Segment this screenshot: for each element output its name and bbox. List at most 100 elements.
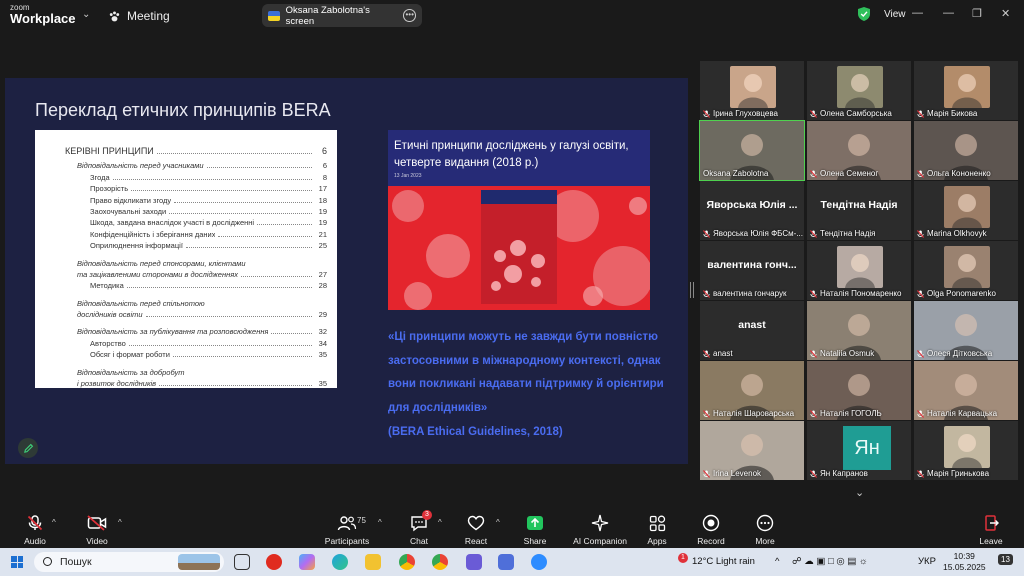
windows-start-icon[interactable]: [11, 556, 23, 568]
language-indicator[interactable]: УКР: [918, 556, 936, 567]
toc-entry-text: Відповідальність перед учасниками: [77, 161, 204, 171]
participant-tile[interactable]: Oksana Zabolotna: [699, 120, 805, 181]
annotate-pencil-icon[interactable]: [18, 438, 38, 458]
react-caret-icon[interactable]: ^: [496, 518, 500, 527]
task-view-icon[interactable]: [234, 554, 250, 570]
city-widget-icon[interactable]: [178, 554, 220, 570]
toc-leader-dots: [169, 212, 312, 214]
participant-tile[interactable]: Яворська Юлія ... Яворська Юлія ФБСм-...: [700, 181, 804, 240]
minimize-window-icon[interactable]: —: [943, 7, 954, 19]
copilot-icon[interactable]: [299, 554, 315, 570]
close-icon[interactable]: ✕: [1001, 7, 1010, 20]
tray-app-icons[interactable]: ☍ ☁ ▣ □ ◎ ▤ ☼: [792, 556, 868, 567]
toc-page-number: 6: [321, 146, 327, 156]
screen-share-pill[interactable]: Oksana Zabolotna's screen •••: [262, 4, 422, 27]
participant-tile[interactable]: anast anast: [700, 301, 804, 360]
participant-tile[interactable]: Marina Olkhovyk: [914, 181, 1018, 240]
toc-row: Заохочувальні заходи 19: [65, 205, 327, 216]
more-icon: [756, 514, 774, 532]
participant-name: Яворська Юлія ФБСм-...: [713, 229, 803, 238]
restore-icon[interactable]: ❐: [972, 7, 982, 20]
book-title-line2: четверте видання (2018 р.): [394, 156, 539, 169]
toc-entry-text: дослідників освіти: [77, 310, 143, 320]
zoom-taskbar-icon[interactable]: [531, 554, 547, 570]
more-button[interactable]: More: [736, 513, 794, 546]
opera-icon[interactable]: [266, 554, 282, 570]
cover-pattern: [392, 190, 650, 310]
ai-companion-button[interactable]: AI Companion: [566, 513, 634, 546]
participant-tile[interactable]: Nataliia Osmuk: [807, 301, 911, 360]
participant-tile[interactable]: Наталія ГОГОЛЬ: [807, 361, 911, 420]
participant-tile[interactable]: Олеся Дітковська: [914, 301, 1018, 360]
security-shield-icon[interactable]: [858, 7, 870, 21]
record-button[interactable]: Record: [682, 513, 740, 546]
apps-label: Apps: [647, 536, 667, 546]
teams-icon[interactable]: [466, 554, 482, 570]
participant-tile[interactable]: Наталія Шароварська: [700, 361, 804, 420]
mic-muted-icon: [703, 229, 710, 238]
meeting-menu[interactable]: Meeting: [108, 9, 170, 23]
toc-entry-text: Відповідальність за добробут: [77, 367, 185, 377]
gallery-panel: Ірина Глуховцева Олена Самборська Марія Би…: [699, 61, 1018, 481]
participant-name: Ірина Глуховцева: [713, 109, 778, 118]
participant-name-label: Наталія Карвацька: [917, 409, 997, 418]
participants-button[interactable]: Participants: [316, 513, 378, 546]
mic-muted-icon: [810, 289, 817, 298]
leave-button[interactable]: Leave: [962, 513, 1020, 546]
edge-icon[interactable]: [332, 554, 348, 570]
chrome-profile-icon[interactable]: [432, 554, 448, 570]
more-label: More: [755, 536, 775, 546]
toc-page-number: 19: [318, 206, 327, 216]
participant-tile[interactable]: Олена Самборська: [807, 61, 911, 120]
panel-resize-handle[interactable]: [690, 282, 694, 298]
scroll-down-chevron-icon[interactable]: ⌄: [855, 486, 864, 499]
participant-tile[interactable]: валентина гонч... валентина гончарук: [700, 241, 804, 300]
toc-leader-dots: [131, 190, 312, 192]
participant-tile[interactable]: Марія Бикова: [914, 61, 1018, 120]
mic-muted-icon: [917, 289, 924, 298]
toc-leader-dots: [185, 247, 312, 249]
audio-label: Audio: [24, 536, 46, 546]
taskbar-clock[interactable]: 10:39 15.05.2025: [943, 551, 986, 573]
participant-tile[interactable]: Наталія Пономаренко: [807, 241, 911, 300]
minimize-icon[interactable]: —: [912, 7, 923, 19]
audio-options-caret-icon[interactable]: ^: [52, 518, 56, 527]
participant-tile[interactable]: Тендітна Надія Тендітна Надія: [807, 181, 911, 240]
video-options-caret-icon[interactable]: ^: [118, 518, 122, 527]
participant-name-label: Nataliia Osmuk: [810, 349, 874, 358]
participant-tile[interactable]: Ольга Кононенко: [914, 121, 1018, 180]
toc-entry-text: Шкода, завдана внаслідок участі в дослід…: [90, 218, 255, 228]
participant-tile[interactable]: Марія Гринькова: [914, 421, 1018, 480]
participants-caret-icon[interactable]: ^: [378, 518, 382, 527]
toc-entry-text: Відповідальність за публікування та розп…: [77, 327, 269, 337]
participant-photo: [944, 246, 990, 288]
clock-time: 10:39: [953, 551, 975, 561]
tray-overflow-icon[interactable]: ^: [775, 556, 779, 567]
apps-button[interactable]: Apps: [628, 513, 686, 546]
view-menu[interactable]: View: [884, 9, 906, 20]
participant-tile[interactable]: Olga Ponomarenko: [914, 241, 1018, 300]
chrome-icon[interactable]: [399, 554, 415, 570]
weather-text[interactable]: 12°C Light rain: [692, 556, 755, 567]
participant-tile[interactable]: Ірина Глуховцева: [700, 61, 804, 120]
participants-count: 75: [357, 516, 366, 525]
quote-line: «Ці принципи можуть не завжди бути повні…: [388, 331, 658, 343]
share-button[interactable]: Share: [506, 513, 564, 546]
toc-row: Відповідальність перед спонсорами, клієн…: [65, 256, 327, 268]
participant-tile[interactable]: Irina Levenok: [700, 421, 804, 480]
chat-caret-icon[interactable]: ^: [438, 518, 442, 527]
toc-entry-text: Відповідальність перед спонсорами, клієн…: [77, 258, 246, 268]
participant-display-name: валентина гонч...: [707, 259, 797, 271]
participant-tile[interactable]: Ян Ян Капранов: [807, 421, 911, 480]
file-explorer-icon[interactable]: [365, 554, 381, 570]
participant-tile[interactable]: Олена Семеног: [807, 121, 911, 180]
participant-name: Наталія ГОГОЛЬ: [820, 409, 882, 418]
more-options-icon[interactable]: •••: [403, 9, 416, 22]
toc-row: Методика 28: [65, 279, 327, 290]
participant-photo: [837, 246, 883, 288]
participant-tile[interactable]: Наталія Карвацька: [914, 361, 1018, 420]
app-icon[interactable]: [498, 554, 514, 570]
chevron-down-icon[interactable]: ⌄: [82, 9, 90, 20]
notification-badge[interactable]: 13: [998, 554, 1013, 565]
toc-row: Прозорість 17: [65, 182, 327, 193]
